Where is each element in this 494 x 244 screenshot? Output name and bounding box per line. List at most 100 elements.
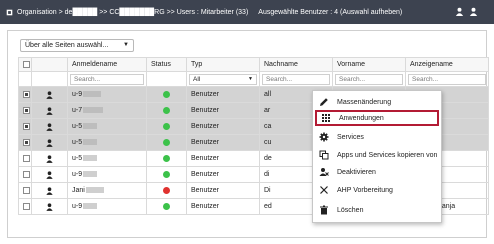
menu-item-deactivate[interactable]: Deaktivieren bbox=[313, 164, 441, 180]
status-indicator bbox=[163, 154, 170, 162]
row-checkbox[interactable] bbox=[23, 170, 30, 178]
type-cell[interactable]: Benutzer bbox=[186, 182, 260, 199]
lastname-text: ca bbox=[264, 123, 272, 130]
col-header-login[interactable]: Anmeldename bbox=[67, 57, 147, 72]
menu-item-copy[interactable]: Apps und Services kopieren von bbox=[313, 147, 441, 163]
menu-item-trash[interactable]: Löschen bbox=[313, 202, 441, 218]
login-text: u-9 bbox=[72, 91, 83, 98]
gear-icon bbox=[318, 131, 330, 143]
row-checkbox-cell[interactable] bbox=[18, 102, 32, 119]
type-cell[interactable]: Benutzer bbox=[186, 102, 260, 119]
menu-item-tools[interactable]: AHP Vorbereitung bbox=[313, 182, 441, 198]
row-checkbox[interactable] bbox=[23, 154, 30, 162]
user-icon bbox=[46, 90, 53, 99]
top-bar: Organisation > de█████ >> CC███████RG >>… bbox=[0, 0, 494, 24]
status-indicator bbox=[163, 106, 170, 114]
col-header-firstname[interactable]: Vorname bbox=[332, 57, 406, 72]
row-checkbox[interactable] bbox=[23, 106, 30, 114]
add-user-icon[interactable] bbox=[455, 7, 464, 16]
row-checkbox[interactable] bbox=[23, 90, 30, 98]
row-checkbox-cell[interactable] bbox=[18, 166, 32, 183]
login-cell[interactable]: u-5 bbox=[67, 134, 147, 151]
row-checkbox[interactable] bbox=[23, 122, 30, 130]
redacted-block bbox=[83, 171, 98, 178]
user-icon-cell bbox=[31, 134, 68, 151]
lastname-text: cu bbox=[264, 139, 272, 146]
user-icon bbox=[46, 170, 53, 179]
col-header-display[interactable]: Anzeigename bbox=[405, 57, 489, 72]
type-cell[interactable]: Benutzer bbox=[186, 134, 260, 151]
user-icon bbox=[46, 138, 53, 147]
login-text: u-9 bbox=[72, 171, 83, 178]
user-icon-cell bbox=[31, 182, 68, 199]
search-input-lastname[interactable]: Search... bbox=[262, 73, 330, 85]
type-cell[interactable]: Benutzer bbox=[186, 118, 260, 135]
col-header-lastname[interactable]: Nachname bbox=[259, 57, 333, 72]
row-checkbox-cell[interactable] bbox=[18, 86, 32, 103]
user-icon-cell bbox=[31, 86, 68, 103]
type-cell[interactable]: Benutzer bbox=[186, 166, 260, 183]
menu-item-pencil[interactable]: Massenänderung bbox=[313, 94, 441, 110]
type-text: Benutzer bbox=[191, 91, 220, 98]
search-input-login[interactable]: Search... bbox=[70, 73, 144, 85]
type-filter-select[interactable]: All ▼ bbox=[189, 73, 257, 85]
status-indicator bbox=[163, 122, 170, 130]
login-cell[interactable]: u-5 bbox=[67, 118, 147, 135]
status-cell bbox=[146, 198, 187, 215]
user-icon bbox=[46, 186, 53, 195]
type-cell[interactable]: Benutzer bbox=[186, 150, 260, 167]
login-cell[interactable]: u-7 bbox=[67, 102, 147, 119]
copy-icon bbox=[318, 149, 330, 161]
col-header-type[interactable]: Typ bbox=[186, 57, 260, 72]
login-text: u-5 bbox=[72, 139, 83, 146]
login-cell[interactable]: u-9 bbox=[67, 86, 147, 103]
breadcrumb[interactable]: Organisation > de█████ >> CC███████RG >>… bbox=[17, 9, 248, 16]
select-all-checkbox-cell[interactable] bbox=[18, 57, 32, 72]
status-cell bbox=[146, 118, 187, 135]
search-cell-status bbox=[146, 71, 187, 87]
type-cell[interactable]: Benutzer bbox=[186, 86, 260, 103]
user-icon bbox=[46, 154, 53, 163]
redacted-block bbox=[83, 123, 98, 130]
status-indicator bbox=[163, 202, 170, 210]
menu-item-grid[interactable]: Anwendungen bbox=[315, 110, 439, 126]
search-input-firstname[interactable]: Search... bbox=[335, 73, 403, 85]
login-cell[interactable]: u-5 bbox=[67, 150, 147, 167]
row-checkbox-cell[interactable] bbox=[18, 118, 32, 135]
search-cell-firstname: Search... bbox=[332, 71, 406, 87]
select-all-checkbox[interactable] bbox=[23, 60, 30, 68]
status-cell bbox=[146, 102, 187, 119]
row-checkbox[interactable] bbox=[23, 186, 30, 194]
type-cell[interactable]: Benutzer bbox=[186, 198, 260, 215]
status-cell bbox=[146, 182, 187, 199]
user-icon bbox=[46, 202, 53, 211]
col-header-status[interactable]: Status bbox=[146, 57, 187, 72]
users-panel: Über alle Seiten auswähl... ▼ Anmeldenam… bbox=[7, 30, 489, 238]
login-text: u-5 bbox=[72, 155, 83, 162]
redacted-block bbox=[83, 203, 98, 210]
row-checkbox-cell[interactable] bbox=[18, 134, 32, 151]
user-icon-header bbox=[31, 57, 68, 72]
type-text: Benutzer bbox=[191, 171, 220, 178]
users-icon[interactable] bbox=[469, 7, 478, 16]
login-cell[interactable]: u-9 bbox=[67, 198, 147, 215]
search-input-display[interactable]: Search... bbox=[408, 73, 486, 85]
tools-icon bbox=[318, 184, 330, 196]
menu-item-gear[interactable]: Services bbox=[313, 129, 441, 145]
organisation-icon bbox=[6, 9, 13, 15]
row-checkbox[interactable] bbox=[23, 138, 30, 146]
row-checkbox-cell[interactable] bbox=[18, 198, 32, 215]
select-all-pages-dropdown[interactable]: Über alle Seiten auswähl... ▼ bbox=[20, 39, 134, 52]
search-row: Search... All ▼ Search... Search... Searc… bbox=[18, 71, 489, 87]
redacted-block bbox=[83, 91, 102, 98]
row-checkbox-cell[interactable] bbox=[18, 150, 32, 167]
login-cell[interactable]: Jani bbox=[67, 182, 147, 199]
status-cell bbox=[146, 134, 187, 151]
selection-info[interactable]: Ausgewählte Benutzer : 4 (Auswahl aufheb… bbox=[258, 9, 402, 16]
login-cell[interactable]: u-9 bbox=[67, 166, 147, 183]
menu-item-label: Anwendungen bbox=[339, 114, 384, 122]
row-checkbox-cell[interactable] bbox=[18, 182, 32, 199]
chevron-down-icon: ▼ bbox=[248, 75, 253, 82]
row-checkbox[interactable] bbox=[23, 202, 30, 210]
redacted-block bbox=[83, 155, 98, 162]
